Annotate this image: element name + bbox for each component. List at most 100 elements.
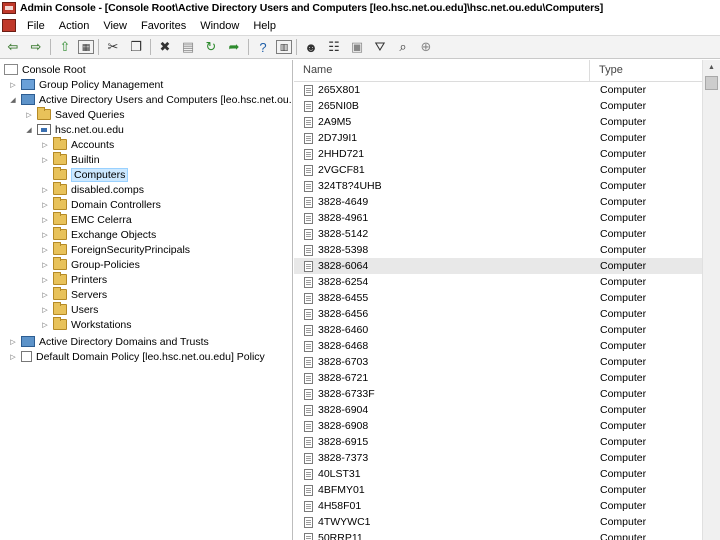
tree-item-users[interactable]: ▷ Users [41, 302, 98, 317]
table-row[interactable]: 40LST31 Computer [294, 466, 702, 482]
expand-arrow-icon[interactable]: ▷ [9, 81, 17, 89]
column-header-name[interactable]: Name [294, 60, 590, 81]
tree-item-ad-users-computers[interactable]: ◢ Active Directory Users and Computers [… [9, 92, 292, 107]
forward-arrow-icon[interactable]: ⇨ [26, 38, 46, 56]
table-row[interactable]: 324T8?4UHB Computer [294, 178, 702, 194]
tree-item-domain[interactable]: ◢ hsc.net.ou.edu [25, 122, 124, 137]
cut-icon[interactable]: ✂ [103, 38, 123, 56]
table-row[interactable]: 4BFMY01 Computer [294, 482, 702, 498]
tree-item-group-policy-management[interactable]: ▷ Group Policy Management [9, 77, 163, 92]
menu-window[interactable]: Window [193, 20, 246, 32]
expand-arrow-icon[interactable]: ▷ [41, 306, 49, 314]
expand-arrow-icon[interactable]: ▷ [41, 216, 49, 224]
back-arrow-icon[interactable]: ⇦ [3, 38, 23, 56]
expand-arrow-icon[interactable]: ▷ [41, 156, 49, 164]
table-row[interactable]: 4H58F01 Computer [294, 498, 702, 514]
menu-action[interactable]: Action [52, 20, 97, 32]
collapse-arrow-icon[interactable]: ◢ [9, 96, 17, 104]
tree-item-builtin[interactable]: ▷ Builtin [41, 152, 100, 167]
menu-view[interactable]: View [96, 20, 134, 32]
tree-item-servers[interactable]: ▷ Servers [41, 287, 107, 302]
expand-arrow-icon[interactable]: ▷ [41, 141, 49, 149]
tree-item-domain-controllers[interactable]: ▷ Domain Controllers [41, 197, 161, 212]
collapse-arrow-icon[interactable]: ◢ [25, 126, 33, 134]
table-row[interactable]: 265X801 Computer [294, 82, 702, 98]
vertical-scrollbar[interactable]: ▲ [702, 60, 720, 540]
table-row[interactable]: 3828-6915 Computer [294, 434, 702, 450]
tree-item-emc-celerra[interactable]: ▷ EMC Celerra [41, 212, 132, 227]
up-folder-icon[interactable]: ⇧ [55, 38, 75, 56]
menu-file[interactable]: File [20, 20, 52, 32]
expand-arrow-icon[interactable]: ▷ [41, 321, 49, 329]
expand-arrow-icon[interactable]: ▷ [25, 111, 33, 119]
table-row[interactable]: 2VGCF81 Computer [294, 162, 702, 178]
new-group-icon[interactable]: ☷ [324, 38, 344, 56]
table-row[interactable]: 3828-6468 Computer [294, 338, 702, 354]
find-icon[interactable]: ⌕ [393, 38, 413, 56]
scroll-thumb[interactable] [705, 76, 718, 90]
delete-icon[interactable]: ✖ [155, 38, 175, 56]
tree-item-saved-queries[interactable]: ▷ Saved Queries [25, 107, 124, 122]
table-row[interactable]: 3828-4649 Computer [294, 194, 702, 210]
column-header-type[interactable]: Type [590, 60, 702, 81]
expand-arrow-icon[interactable]: ▷ [41, 186, 49, 194]
tree-item-accounts[interactable]: ▷ Accounts [41, 137, 114, 152]
table-row[interactable]: 3828-6733F Computer [294, 386, 702, 402]
expand-arrow-icon[interactable]: ▷ [41, 261, 49, 269]
expand-arrow-icon[interactable]: ▷ [41, 291, 49, 299]
tree-item-foreign-security-principals[interactable]: ▷ ForeignSecurityPrincipals [41, 242, 190, 257]
expand-arrow-icon[interactable]: ▷ [9, 353, 17, 361]
tree-item-group-policies[interactable]: ▷ Group-Policies [41, 257, 140, 272]
table-row[interactable]: 3828-6064 Computer [294, 258, 702, 274]
table-row[interactable]: 3828-6904 Computer [294, 402, 702, 418]
table-row[interactable]: 3828-5398 Computer [294, 242, 702, 258]
scroll-up-icon[interactable]: ▲ [703, 60, 720, 74]
show-tree-icon[interactable]: ▦ [78, 40, 94, 54]
table-row[interactable]: 3828-6721 Computer [294, 370, 702, 386]
expand-arrow-icon[interactable]: ▷ [9, 338, 17, 346]
refresh-icon[interactable]: ↻ [201, 38, 221, 56]
tree-item-ad-domains-trusts[interactable]: ▷ Active Directory Domains and Trusts [9, 334, 209, 349]
menu-help[interactable]: Help [246, 20, 283, 32]
table-row[interactable]: 3828-6455 Computer [294, 290, 702, 306]
table-row[interactable]: 4TWYWC1 Computer [294, 514, 702, 530]
new-ou-icon[interactable]: ▣ [347, 38, 367, 56]
table-row[interactable]: 3828-6703 Computer [294, 354, 702, 370]
system-menu-icon[interactable] [2, 19, 16, 32]
table-row[interactable]: 265NI0B Computer [294, 98, 702, 114]
tree-item-printers[interactable]: ▷ Printers [41, 272, 107, 287]
tree-item-exchange-objects[interactable]: ▷ Exchange Objects [41, 227, 156, 242]
expand-arrow-icon[interactable]: ▷ [41, 231, 49, 239]
menu-favorites[interactable]: Favorites [134, 20, 193, 32]
expand-arrow-icon[interactable]: ▷ [41, 276, 49, 284]
expand-arrow-icon[interactable]: ▷ [41, 246, 49, 254]
new-user-icon[interactable]: ☻ [301, 38, 321, 56]
table-row[interactable]: 3828-6460 Computer [294, 322, 702, 338]
tree-item-workstations[interactable]: ▷ Workstations [41, 317, 132, 332]
console-tree: Console Root ▷ Group Policy Management ◢… [0, 60, 293, 540]
computer-name: 3828-5398 [318, 244, 369, 256]
table-row[interactable]: 2A9M5 Computer [294, 114, 702, 130]
tree-item-console-root[interactable]: Console Root [4, 62, 86, 77]
tree-item-disabled-comps[interactable]: ▷ disabled.comps [41, 182, 144, 197]
properties-icon[interactable]: ▤ [178, 38, 198, 56]
add-to-group-icon[interactable]: ⊕ [416, 38, 436, 56]
copy-icon[interactable]: ❐ [126, 38, 146, 56]
table-row[interactable]: 50RRP11 Computer [294, 530, 702, 540]
table-row[interactable]: 2D7J9I1 Computer [294, 130, 702, 146]
table-row[interactable]: 3828-6456 Computer [294, 306, 702, 322]
table-row[interactable]: 3828-6908 Computer [294, 418, 702, 434]
table-row[interactable]: 3828-5142 Computer [294, 226, 702, 242]
tree-item-default-domain-policy[interactable]: ▷ Default Domain Policy [leo.hsc.net.ou.… [9, 349, 265, 364]
table-row[interactable]: 3828-6254 Computer [294, 274, 702, 290]
computer-icon [304, 228, 313, 240]
table-row[interactable]: 3828-7373 Computer [294, 450, 702, 466]
export-list-icon[interactable]: ➦ [224, 38, 244, 56]
console-tree-icon[interactable]: ▥ [276, 40, 292, 54]
filter-icon[interactable]: ⛛ [370, 38, 390, 56]
help-icon[interactable]: ? [253, 38, 273, 56]
table-row[interactable]: 2HHD721 Computer [294, 146, 702, 162]
table-row[interactable]: 3828-4961 Computer [294, 210, 702, 226]
expand-arrow-icon[interactable]: ▷ [41, 201, 49, 209]
tree-item-computers[interactable]: Computers [41, 167, 129, 182]
